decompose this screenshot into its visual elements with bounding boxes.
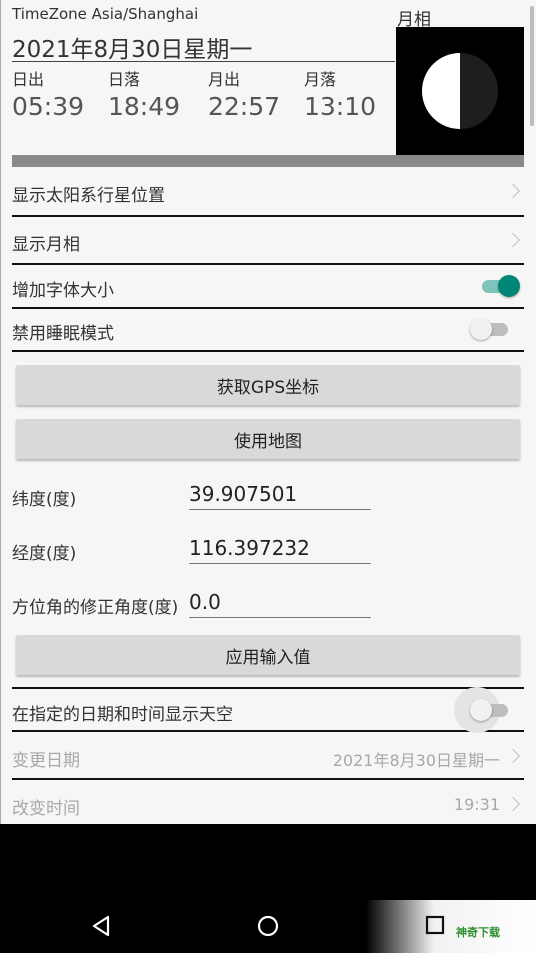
row-increase-font[interactable]: 增加字体大小	[12, 265, 524, 309]
toggle-thumb	[470, 318, 492, 340]
moon-icon	[422, 53, 498, 129]
change-date-label: 变更日期	[12, 751, 80, 771]
show-moon-phase-label: 显示月相	[12, 235, 80, 255]
moonset-time: 13:10	[304, 92, 377, 121]
header-divider	[12, 61, 395, 62]
row-change-time[interactable]: 改变时间 19:31	[12, 780, 524, 824]
latitude-input[interactable]	[189, 479, 371, 510]
longitude-label: 经度(度)	[12, 544, 77, 564]
latitude-label: 纬度(度)	[12, 490, 77, 510]
scrollbar-thumb[interactable]	[530, 6, 534, 126]
row-show-sky-at-time[interactable]: 在指定的日期和时间显示天空	[12, 687, 524, 733]
chevron-right-icon	[505, 796, 521, 812]
azimuth-label: 方位角的修正角度(度)	[12, 598, 179, 618]
show-planets-label: 显示太阳系行星位置	[12, 186, 165, 206]
sunset-time: 18:49	[108, 92, 181, 121]
sunrise-time: 05:39	[12, 92, 85, 121]
increase-font-label: 增加字体大小	[12, 281, 114, 301]
increase-font-toggle[interactable]	[480, 273, 520, 299]
show-sky-at-time-label: 在指定的日期和时间显示天空	[12, 705, 233, 725]
use-map-button[interactable]: 使用地图	[16, 419, 520, 459]
row-disable-sleep[interactable]: 禁用睡眠模式	[12, 309, 524, 352]
apply-input-button[interactable]: 应用输入值	[16, 635, 520, 675]
moon-phase-image	[396, 27, 524, 155]
change-time-value: 19:31	[453, 795, 500, 814]
sunrise-label: 日出	[12, 70, 45, 89]
nav-glow	[366, 900, 536, 953]
moonrise-time: 22:57	[208, 92, 281, 121]
recents-square-icon[interactable]	[424, 914, 446, 936]
header-separator-bar	[12, 155, 524, 167]
moonrise-label: 月出	[208, 70, 241, 89]
chevron-right-icon	[505, 748, 521, 764]
disable-sleep-toggle[interactable]	[470, 316, 512, 342]
date-label: 2021年8月30日星期一	[12, 37, 253, 63]
home-circle-icon[interactable]	[256, 914, 280, 938]
toggle-thumb	[498, 275, 520, 297]
timezone-label: TimeZone Asia/Shanghai	[12, 5, 199, 23]
azimuth-input[interactable]	[189, 587, 371, 618]
watermark-logo: 神奇下载	[456, 926, 500, 939]
change-date-value: 2021年8月30日星期一	[332, 751, 500, 770]
sunset-label: 日落	[108, 70, 141, 89]
moonset-label: 月落	[304, 70, 337, 89]
back-triangle-icon[interactable]	[90, 915, 112, 937]
get-gps-button[interactable]: 获取GPS坐标	[16, 365, 520, 405]
navigation-bar: 神奇下载	[0, 900, 536, 953]
longitude-input[interactable]	[189, 533, 371, 564]
row-show-moon-phase[interactable]: 显示月相	[12, 217, 524, 265]
disable-sleep-label: 禁用睡眠模式	[12, 324, 114, 344]
chevron-right-icon	[505, 183, 521, 199]
screen-edge	[0, 0, 1, 824]
chevron-right-icon	[505, 232, 521, 248]
toggle-thumb	[470, 699, 492, 721]
change-time-label: 改变时间	[12, 799, 80, 819]
app-screen: TimeZone Asia/Shanghai 2021年8月30日星期一 日出 …	[0, 0, 536, 824]
row-show-planets[interactable]: 显示太阳系行星位置	[12, 167, 524, 217]
show-sky-at-time-toggle[interactable]	[470, 697, 512, 723]
row-change-date[interactable]: 变更日期 2021年8月30日星期一	[12, 733, 524, 780]
